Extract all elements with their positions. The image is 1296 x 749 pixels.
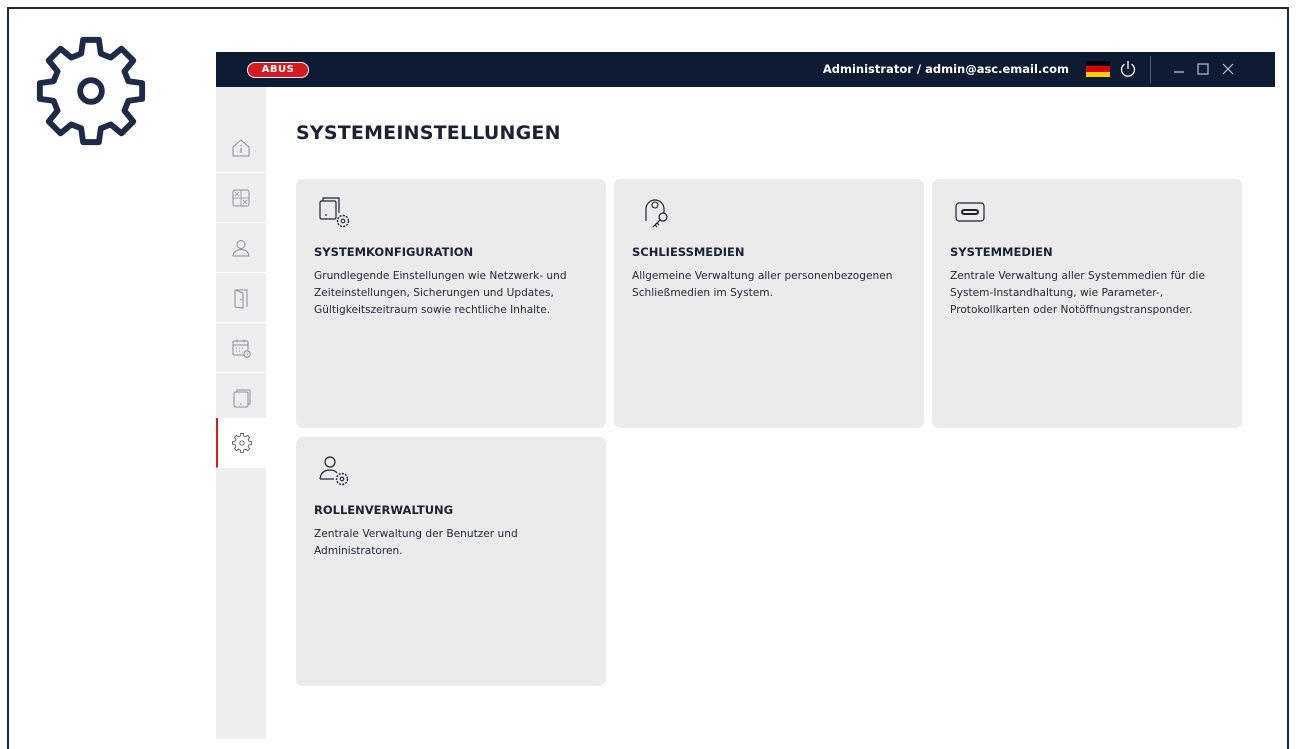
card-title: SYSTEMKONFIGURATION [314, 245, 474, 259]
card-systemkonfiguration[interactable]: SYSTEMKONFIGURATION Grundlegende Einstel… [296, 179, 606, 428]
key-icon [645, 199, 668, 228]
abus-card-icon [955, 202, 985, 222]
minimize-icon[interactable] [1170, 60, 1188, 78]
abus-logo: ABUS [247, 62, 309, 78]
card-icon [233, 389, 251, 408]
person-icon [232, 240, 250, 257]
card-rollenverwaltung[interactable]: ROLLENVERWALTUNG Zentrale Verwaltung der… [296, 437, 606, 686]
sidebar-item-persons[interactable] [216, 224, 266, 273]
titlebar-divider [1150, 56, 1151, 83]
card-schliessmedien[interactable]: SCHLIESSMEDIEN Allgemeine Verwaltung all… [614, 179, 924, 428]
card-description: Allgemeine Verwaltung aller personenbezo… [632, 270, 893, 299]
home-info-icon [232, 139, 250, 157]
close-icon[interactable] [1219, 60, 1237, 78]
current-user[interactable]: Administrator / admin@asc.email.com [823, 62, 1069, 76]
card-title: ROLLENVERWALTUNG [314, 503, 454, 517]
door-icon [234, 289, 248, 309]
main-content: SYSTEMEINSTELLUNGEN SYSTEMKONFIGURATION … [266, 87, 1275, 739]
card-description: Zentrale Verwaltung aller Systemmedien f… [950, 270, 1205, 316]
page-title: SYSTEMEINSTELLUNGEN [296, 122, 561, 144]
power-icon[interactable] [1118, 59, 1138, 79]
card-systemmedien[interactable]: SYSTEMMEDIEN Zentrale Verwaltung aller S… [932, 179, 1242, 428]
sidebar-item-calendar[interactable] [216, 324, 266, 373]
card-description: Zentrale Verwaltung der Benutzer und Adm… [314, 528, 518, 557]
sidebar-item-grid[interactable] [216, 174, 266, 223]
title-bar: ABUS Administrator / admin@asc.email.com [216, 52, 1275, 87]
card-title: SCHLIESSMEDIEN [632, 245, 745, 259]
app-window: ABUS Administrator / admin@asc.email.com [216, 52, 1275, 739]
sidebar [216, 87, 266, 739]
settings-gear-icon [36, 36, 146, 146]
sidebar-item-media[interactable] [216, 374, 266, 423]
card-gear-icon [319, 197, 350, 228]
sidebar-item-doors[interactable] [216, 274, 266, 323]
user-gear-icon [319, 456, 349, 486]
sidebar-item-settings[interactable] [216, 418, 266, 468]
card-description: Grundlegende Einstellungen wie Netzwerk-… [314, 270, 567, 316]
card-title: SYSTEMMEDIEN [950, 245, 1053, 259]
grid-icon [232, 189, 250, 207]
calendar-icon [232, 339, 251, 358]
maximize-icon[interactable] [1194, 60, 1212, 78]
sidebar-item-info[interactable] [216, 124, 266, 173]
gear-icon [232, 432, 252, 453]
german-flag-icon[interactable] [1086, 61, 1110, 77]
